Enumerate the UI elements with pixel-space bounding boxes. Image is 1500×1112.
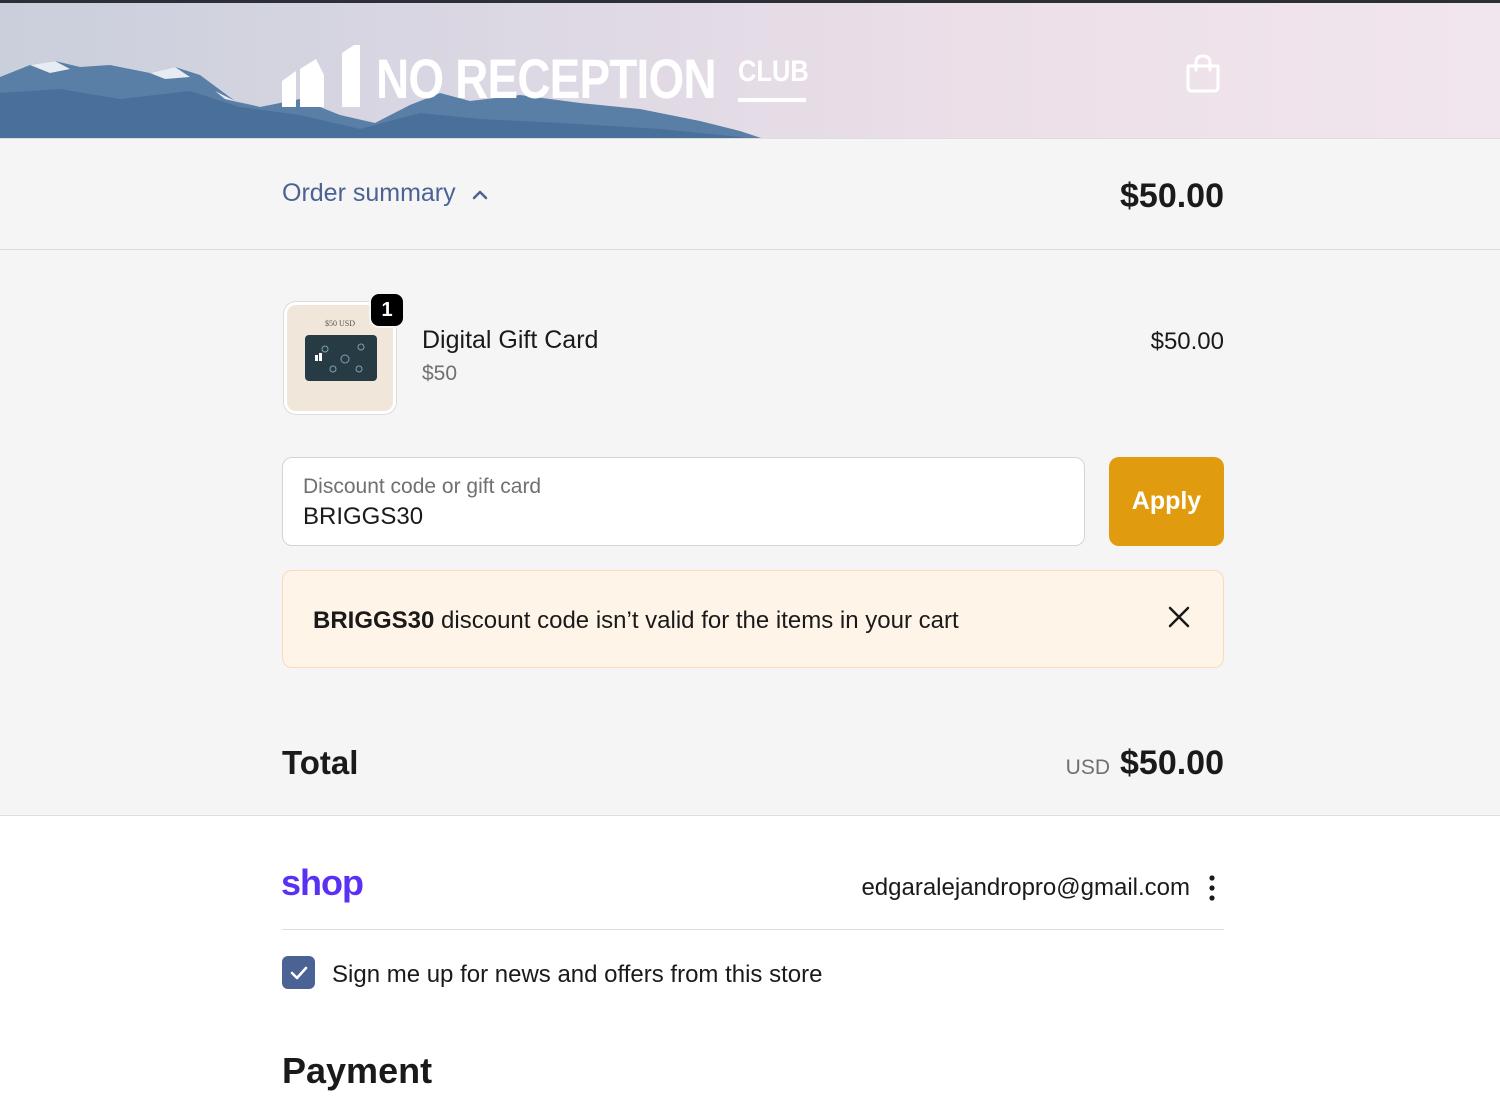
logo-text: NO RECEPTION bbox=[376, 47, 717, 110]
checkmark-icon bbox=[290, 966, 307, 979]
shop-pay-logo: shop bbox=[281, 862, 364, 903]
newsletter-label[interactable]: Sign me up for news and offers from this… bbox=[332, 961, 822, 989]
gift-card-image bbox=[305, 335, 377, 381]
total-amount: $50.00 bbox=[1120, 744, 1224, 782]
chevron-up-icon bbox=[472, 190, 487, 199]
order-details-panel: $50 USD 1 Digital Gift Card $50 $50.00 D… bbox=[0, 250, 1500, 816]
product-variant: $50 bbox=[422, 362, 458, 385]
apply-button[interactable]: Apply bbox=[1109, 457, 1224, 546]
product-price: $50.00 bbox=[1150, 328, 1224, 355]
order-summary-total: $50.00 bbox=[1120, 177, 1224, 215]
section-divider bbox=[282, 929, 1224, 930]
order-summary-label: Order summary bbox=[282, 179, 456, 207]
discount-error-text: BRIGGS30 discount code isn’t valid for t… bbox=[313, 607, 959, 635]
order-summary-bar: Order summary $50.00 bbox=[0, 138, 1500, 250]
discount-error-banner: BRIGGS30 discount code isn’t valid for t… bbox=[282, 570, 1224, 668]
discount-error-code: BRIGGS30 bbox=[313, 607, 435, 634]
discount-code-input[interactable] bbox=[303, 503, 1003, 531]
account-email: edgaralejandropro@gmail.com bbox=[861, 874, 1190, 901]
discount-error-message: discount code isn’t valid for the items … bbox=[434, 607, 959, 634]
total-label: Total bbox=[282, 744, 359, 781]
product-name: Digital Gift Card bbox=[422, 326, 599, 354]
discount-code-label: Discount code or gift card bbox=[303, 475, 542, 498]
quantity-badge: 1 bbox=[369, 292, 405, 328]
logo-underline bbox=[738, 98, 806, 102]
more-vertical-icon[interactable] bbox=[1204, 874, 1220, 902]
total-currency: USD bbox=[1065, 756, 1110, 779]
logo-mark-icon bbox=[282, 45, 360, 107]
shopping-bag-icon[interactable] bbox=[1184, 53, 1222, 93]
store-header: NO RECEPTION CLUB bbox=[0, 0, 1500, 138]
order-summary-toggle[interactable]: Order summary bbox=[282, 179, 490, 208]
close-icon[interactable] bbox=[1167, 605, 1191, 629]
logo-suffix: CLUB bbox=[738, 55, 809, 88]
payment-heading: Payment bbox=[282, 1050, 433, 1091]
newsletter-checkbox[interactable] bbox=[282, 956, 315, 989]
discount-code-field[interactable]: Discount code or gift card bbox=[282, 457, 1085, 546]
store-logo[interactable]: NO RECEPTION bbox=[282, 43, 790, 107]
